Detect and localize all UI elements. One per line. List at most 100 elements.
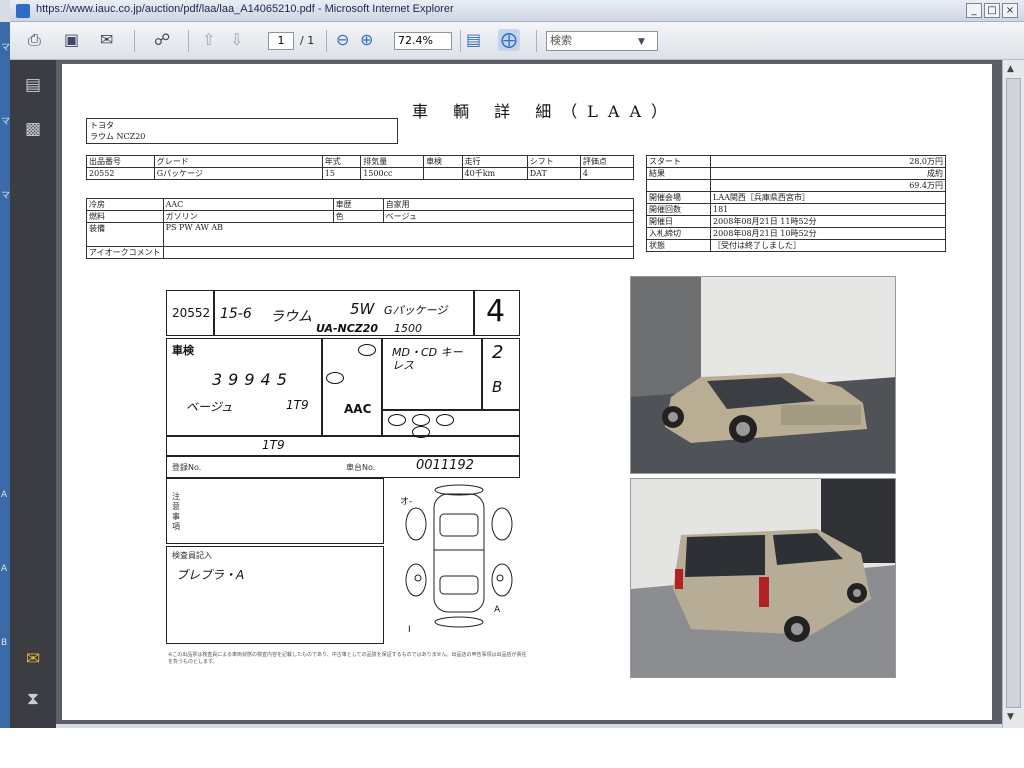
auction-sheet: 20552 15-6 ラウム 5W Gパッケージ UA-NCZ20 1500 4… [166,288,528,672]
scroll-thumb[interactable] [1006,78,1021,708]
detail-key: アイオークコメント [86,246,164,259]
fit-width-icon[interactable]: ▤ [466,29,481,51]
detail-value: ガソリン [162,210,334,223]
spec-value: 15 [321,167,362,180]
sheet-grade: Gパッケージ [384,304,448,317]
rear-three-quarter-photo [630,478,896,678]
spec-header: 年式 [321,155,362,168]
sheet-ac: AAC [344,402,372,416]
detail-value: 自家用 [382,198,635,211]
result-value: 28.0万円 [710,155,946,168]
pdf-sidebar: ▤ ▩ ✉ ⧗ [10,60,56,728]
result-value: 2008年08月21日 10時52分 [710,227,946,240]
next-page-icon[interactable]: ⇩ [230,29,243,51]
chevron-down-icon[interactable]: ▼ [638,31,645,53]
window-title: https://www.iauc.co.jp/auction/pdf/laa/l… [36,3,454,15]
scroll-down-icon[interactable]: ▼ [1007,712,1014,722]
result-key: 開催回数 [646,203,711,216]
close-button[interactable]: × [1002,3,1018,18]
pdf-toolbar: ⎙ ▣ ✉ ☍ ⇧ ⇩ 1 / 1 ⊖ ⊕ 72.4% ▤ ⨁ 検索 ▼ [10,22,1024,60]
car-diagram-icon: オ- A I [400,484,513,635]
spec-header: 車検 [423,155,463,168]
spec-value: 20552 [86,167,155,180]
title-bar: https://www.iauc.co.jp/auction/pdf/laa/l… [10,0,1024,22]
pages-icon[interactable]: ▤ [22,74,44,96]
svg-text:オ-: オ- [400,496,412,507]
sheet-footnote: ※この出品票は検査員による車両状態の検査内容を記載したものであり、中古車としての… [168,652,527,665]
sheet-model-code: UA-NCZ20 [316,322,379,335]
sheet-interior: 2 [492,342,504,363]
vertical-scrollbar[interactable]: ▲ ▼ [1002,60,1024,728]
page-bottom [0,728,1024,768]
sheet-inspector-note: MD・CD キーレス [392,346,463,372]
detail-value [162,246,635,259]
spec-value: 4 [579,167,635,180]
ie-icon [16,4,30,18]
result-key: 開催会場 [646,191,711,204]
spec-header: 走行 [461,155,528,168]
sheet-reg-label: 登録No. [172,463,202,472]
globe-icon[interactable]: ☍ [154,29,170,51]
sheet-mileage: 39945 [212,370,293,389]
result-key: 入札締切 [646,227,711,240]
sheet-inspection-code: 1T9 [262,438,285,452]
detail-key: 燃料 [86,210,164,223]
result-value: 181 [710,203,946,216]
front-three-quarter-photo [630,276,896,474]
print-icon[interactable]: ⎙ [28,29,41,51]
maximize-button[interactable]: □ [984,3,1000,18]
email-icon[interactable]: ✉ [100,29,113,51]
sheet-color: ベージュ [186,400,233,414]
strip-char: マ [1,43,11,53]
detail-table: 冷房 AAC 車歴 自家用 燃料 ガソリン 色 ベージュ 装備 PS PW AW… [86,198,635,259]
zoom-select[interactable]: 72.4% [394,32,452,50]
svg-text:A: A [494,605,501,615]
attachment-icon[interactable]: ⧗ [22,688,44,710]
save-icon[interactable]: ▣ [64,29,79,51]
result-table: スタート 28.0万円 結果 成約 69.4万円 開催会場 LAA関西［兵庫県西宮市］… [646,155,946,252]
detail-value: PS PW AW AB [162,222,635,247]
spec-table: 出品番号 グレード 年式 排気量 車検 走行 シフト 評価点 20552 Gパッ… [86,155,635,180]
detail-key: 色 [332,210,384,223]
zoom-out-icon[interactable]: ⊖ [336,29,349,51]
detail-key: 冷房 [86,198,164,211]
result-key [646,179,711,192]
detail-value: ベージュ [382,210,635,223]
comments-icon[interactable]: ✉ [22,648,44,670]
notes-cell [166,478,384,544]
zoom-in-icon[interactable]: ⊕ [360,29,373,51]
circled-option [326,372,344,384]
result-value: LAA関西［兵庫県西宮市］ [710,191,946,204]
result-value: 2008年08月21日 11時52分 [710,215,946,228]
maker-name: トヨタ [90,121,114,130]
spec-value: DAT [526,167,581,180]
circled-option [388,414,406,426]
model-line: ラウム NCZ20 [90,132,146,141]
sheet-score: 4 [486,294,506,329]
result-key: 結果 [646,167,711,180]
scroll-up-icon[interactable]: ▲ [1007,64,1014,74]
spec-header: グレード [153,155,323,168]
prev-page-icon[interactable]: ⇧ [202,29,215,51]
result-value: 69.4万円 [710,179,946,192]
spec-header: シフト [526,155,581,168]
ownership-cell [166,436,520,456]
minimize-button[interactable]: _ [966,3,982,18]
result-key: 開催日 [646,215,711,228]
sheet-exterior: B [492,378,503,396]
left-strip: マ マ マ A A B [0,22,10,728]
bookmarks-icon[interactable]: ▩ [22,118,44,140]
spec-header: 出品番号 [86,155,155,168]
browser-window: マ マ マ A A B https://www.iauc.co.jp/aucti… [0,0,1024,728]
sheet-inspector-label: 検査員記入 [172,551,212,560]
sheet-chassis-no: 0011192 [416,458,474,473]
detail-key: 装備 [86,222,164,247]
sheet-body: 5W [350,300,375,318]
spec-header: 排気量 [360,155,425,168]
sheet-chassis-label: 車台No. [346,463,376,472]
strip-char: B [1,638,8,648]
fit-page-icon[interactable]: ⨁ [498,29,520,51]
document-viewport[interactable]: 車 輌 詳 細（LAA） トヨタ ラウム NCZ20 出品番号 グレード 年式 … [56,60,1002,724]
page-number-input[interactable]: 1 [268,32,294,50]
spec-value: Gパッケージ [153,167,323,180]
